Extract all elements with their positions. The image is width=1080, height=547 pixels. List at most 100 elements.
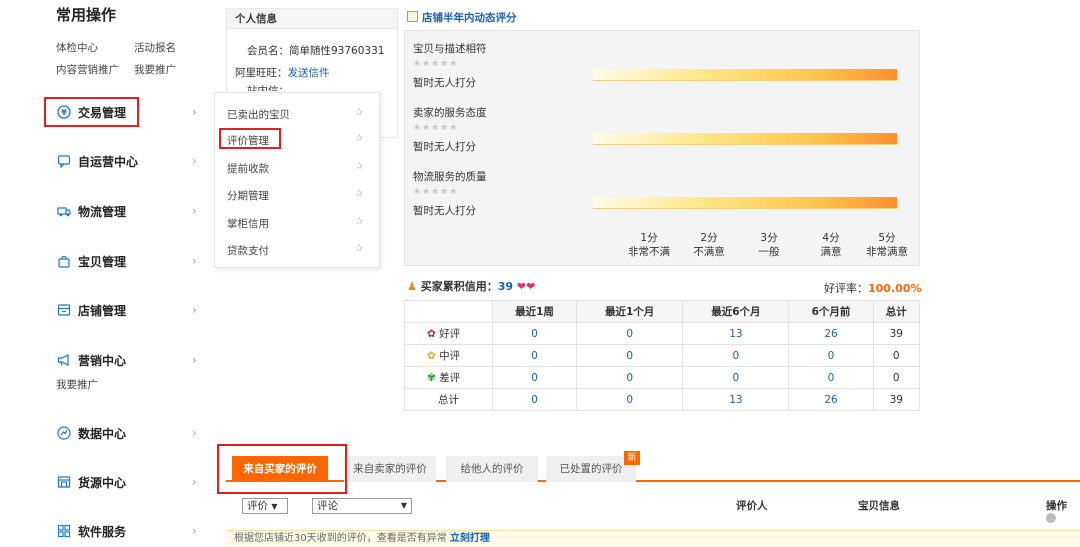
personal-info-title: 个人信息 bbox=[227, 9, 397, 29]
heart-badge-icon: ❤❤ bbox=[516, 280, 536, 293]
chevron-right-icon: › bbox=[192, 475, 197, 489]
table-row: ✿ 好评 0 0 13 26 39 bbox=[404, 322, 921, 345]
nav-supply-center[interactable]: 货源中心 › bbox=[44, 467, 214, 497]
pin-icon[interactable]: ✰ bbox=[355, 188, 363, 199]
submenu-sold-items[interactable]: 已卖出的宝贝 bbox=[227, 107, 290, 122]
pin-icon[interactable]: ✰ bbox=[355, 216, 363, 227]
marketing-sub-promote[interactable]: 我要推广 bbox=[56, 377, 98, 392]
nav-software-services[interactable]: 软件服务 › bbox=[44, 516, 214, 546]
pin-icon[interactable]: ✰ bbox=[355, 161, 363, 172]
table-row: ✾ 差评 0 0 0 0 0 bbox=[404, 366, 921, 389]
nav-label: 货源中心 bbox=[78, 475, 127, 490]
dsr-panel: 宝贝与描述相符 ★★★★★ 暂时无人打分 卖家的服务态度 ★★★★★ 暂时无人打… bbox=[404, 30, 920, 266]
dsr-label: 物流服务的质量 bbox=[413, 171, 487, 183]
tab-given-to-others[interactable]: 给他人的评价 bbox=[446, 456, 538, 482]
nav-self-operation[interactable]: 自运营中心 › bbox=[44, 146, 214, 176]
member-label: 会员名： bbox=[247, 45, 289, 57]
dsr-note: 暂时无人打分 bbox=[413, 77, 476, 89]
apps-grid-icon bbox=[56, 523, 72, 539]
chevron-right-icon: › bbox=[192, 303, 197, 317]
store-icon bbox=[56, 474, 72, 490]
buyer-credit: ♟ 买家累积信用：39 ❤❤ bbox=[407, 280, 536, 293]
nav-label: 自运营中心 bbox=[78, 154, 139, 169]
rating-filter-select[interactable]: 评价 ▼ bbox=[242, 498, 288, 514]
highlight-box bbox=[44, 97, 139, 127]
chevron-right-icon: › bbox=[192, 154, 197, 168]
positive-rate: 好评率：100.00% bbox=[824, 282, 922, 295]
pin-icon[interactable]: ✰ bbox=[355, 133, 363, 144]
chart-circle-icon bbox=[56, 425, 72, 441]
nav-trade-management[interactable]: ¥ 交易管理 › bbox=[44, 97, 214, 127]
scale-tick: 3分 一般 bbox=[758, 232, 780, 258]
column-rater: 评价人 bbox=[736, 500, 768, 512]
scale-tick: 1分 非常不满 bbox=[628, 232, 670, 258]
submenu-review-management[interactable]: 评价管理 bbox=[227, 133, 269, 148]
nav-data-center[interactable]: 数据中心 › bbox=[44, 418, 214, 448]
dsr-title-text: 店铺半年内动态评分 bbox=[422, 12, 517, 24]
sidebar-title: 常用操作 bbox=[56, 6, 117, 24]
truck-icon bbox=[56, 203, 72, 219]
chevron-right-icon: › bbox=[192, 254, 197, 268]
pin-icon[interactable]: ✰ bbox=[355, 107, 363, 118]
chevron-right-icon: › bbox=[192, 353, 197, 367]
dsr-score-bar bbox=[593, 197, 897, 209]
wangwang-label: 阿里旺旺： bbox=[235, 67, 288, 79]
chat-icon bbox=[56, 153, 72, 169]
nav-label: 宝贝管理 bbox=[78, 254, 127, 269]
tab-handled-reviews[interactable]: 已处置的评价 bbox=[546, 456, 636, 482]
star-rating-icon: ★★★★★ bbox=[413, 123, 459, 133]
chevron-right-icon: › bbox=[192, 105, 197, 119]
trade-submenu: 已卖出的宝贝 ✰ 评价管理 ✰ 提前收款 ✰ 分期管理 ✰ 掌柜信用 ✰ 贷款支… bbox=[214, 92, 380, 268]
scale-tick: 4分 满意 bbox=[820, 232, 842, 258]
dsr-label: 卖家的服务态度 bbox=[413, 107, 487, 119]
quick-link-promote[interactable]: 我要推广 bbox=[134, 62, 176, 77]
nav-label: 店铺管理 bbox=[78, 303, 127, 318]
star-rating-icon: ★★★★★ bbox=[413, 187, 459, 197]
send-message-link[interactable]: 发送信件 bbox=[288, 67, 330, 79]
chevron-right-icon: › bbox=[192, 204, 197, 218]
quick-link-checkup[interactable]: 体检中心 bbox=[56, 40, 98, 55]
help-icon bbox=[1046, 513, 1056, 523]
column-action: 操作 bbox=[1046, 498, 1080, 525]
dsr-note: 暂时无人打分 bbox=[413, 141, 476, 153]
submenu-loan-payment[interactable]: 贷款支付 bbox=[227, 243, 269, 258]
comment-filter-select[interactable]: 评论 ▼ bbox=[312, 498, 412, 514]
dsr-score-bar bbox=[593, 133, 897, 145]
table-header-row: 最近1周 最近1个月 最近6个月 6个月前 总计 bbox=[404, 300, 921, 323]
chevron-right-icon: › bbox=[192, 426, 197, 440]
column-item-info: 宝贝信息 bbox=[858, 500, 900, 512]
flower-red-icon: ✿ bbox=[427, 328, 436, 340]
nav-marketing-center[interactable]: 营销中心 › bbox=[44, 345, 214, 375]
tab-from-sellers[interactable]: 来自卖家的评价 bbox=[344, 456, 436, 482]
wilted-flower-icon: ✾ bbox=[427, 372, 436, 384]
quick-link-content-marketing[interactable]: 内容营销推广 bbox=[56, 62, 119, 77]
nav-logistics[interactable]: 物流管理 › bbox=[44, 196, 214, 226]
dsr-note: 暂时无人打分 bbox=[413, 205, 476, 217]
nav-shop-management[interactable]: 店铺管理 › bbox=[44, 295, 214, 325]
quick-link-activity[interactable]: 活动报名 bbox=[134, 40, 176, 55]
table-row: ✿ 中评 0 0 0 0 0 bbox=[404, 344, 921, 367]
highlight-box bbox=[217, 444, 347, 494]
new-badge: 新 bbox=[624, 451, 640, 465]
tip-bar: 根据您店铺近30天收到的评价，查看是否有异常 立刻打理 bbox=[226, 530, 1080, 547]
scale-tick: 2分 不满意 bbox=[693, 232, 725, 258]
megaphone-icon bbox=[56, 352, 72, 368]
submenu-shop-credit[interactable]: 掌柜信用 bbox=[227, 216, 269, 231]
flower-yellow-icon: ✿ bbox=[427, 350, 436, 362]
nav-label: 营销中心 bbox=[78, 353, 127, 368]
shop-icon bbox=[56, 302, 72, 318]
dsr-score-bar bbox=[593, 69, 897, 81]
pin-icon[interactable]: ✰ bbox=[355, 243, 363, 254]
dsr-label: 宝贝与描述相符 bbox=[413, 43, 487, 55]
submenu-installment[interactable]: 分期管理 bbox=[227, 188, 269, 203]
nav-item-management[interactable]: 宝贝管理 › bbox=[44, 246, 214, 276]
nav-label: 数据中心 bbox=[78, 426, 127, 441]
calendar-icon bbox=[407, 11, 418, 22]
table-row: 总计 0 0 13 26 39 bbox=[404, 388, 921, 411]
submenu-early-payment[interactable]: 提前收款 bbox=[227, 161, 269, 176]
tip-link[interactable]: 立刻打理 bbox=[450, 533, 490, 544]
user-icon: ♟ bbox=[407, 280, 417, 293]
chevron-right-icon: › bbox=[192, 524, 197, 538]
scale-tick: 5分 非常满意 bbox=[866, 232, 908, 258]
nav-label: 软件服务 bbox=[78, 524, 127, 539]
